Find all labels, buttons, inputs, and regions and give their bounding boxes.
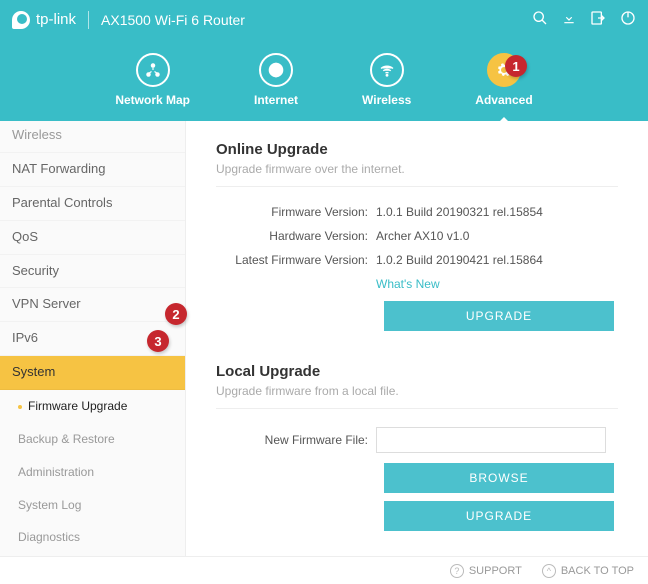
local-upgrade-desc: Upgrade firmware from a local file. [216,384,618,409]
network-map-icon [136,53,170,87]
tab-label: Network Map [115,93,190,107]
sidebar-item-vpn[interactable]: VPN Server [0,288,185,322]
value-latest: 1.0.2 Build 20190421 rel.15864 [376,253,618,267]
main-panel: Online Upgrade Upgrade firmware over the… [186,121,648,556]
sidebar-item-parental[interactable]: Parental Controls [0,187,185,221]
row-hardware-version: Hardware Version: Archer AX10 v1.0 [216,229,618,243]
back-to-top-button[interactable]: ^ BACK TO TOP [542,564,634,578]
label-latest: Latest Firmware Version: [216,253,376,267]
tab-wireless[interactable]: Wireless [362,53,411,107]
search-icon[interactable] [532,10,548,30]
whats-new-link[interactable]: What's New [376,277,440,291]
support-button[interactable]: ? SUPPORT [450,564,522,578]
tab-label: Internet [254,93,298,107]
footer-bar: ? SUPPORT ^ BACK TO TOP [0,556,648,584]
label-fw: Firmware Version: [216,205,376,219]
annotation-3: 3 [147,330,169,352]
chevron-up-icon: ^ [542,564,556,578]
sidebar-item-security[interactable]: Security [0,255,185,289]
sidebar-sub-admin[interactable]: Administration [0,456,185,489]
tab-internet[interactable]: Internet [254,53,298,107]
sidebar-item-nat[interactable]: NAT Forwarding [0,153,185,187]
local-upgrade-button[interactable]: UPGRADE [384,501,614,531]
row-firmware-version: Firmware Version: 1.0.1 Build 20190321 r… [216,205,618,219]
tab-label: Wireless [362,93,411,107]
sidebar-sub-firmware[interactable]: Firmware Upgrade [0,390,185,423]
header-actions [532,10,636,30]
globe-icon [259,53,293,87]
support-icon: ? [450,564,464,578]
reboot-icon[interactable] [620,10,636,30]
sidebar-item-wireless[interactable]: Wireless [0,123,185,153]
main-tabs: Network Map Internet Wireless Advanced [0,39,648,121]
download-icon[interactable] [562,10,576,30]
sidebar-item-qos[interactable]: QoS [0,221,185,255]
sidebar-sub-time[interactable]: Time & Language [0,554,185,556]
tplink-logo-icon [12,11,30,29]
sidebar-item-system[interactable]: System [0,356,185,390]
row-whatsnew: What's New [216,277,618,291]
bullet-icon [18,405,22,409]
sidebar-sub-syslog[interactable]: System Log [0,489,185,522]
online-upgrade-desc: Upgrade firmware over the internet. [216,162,618,187]
sidebar-sub-backup[interactable]: Backup & Restore [0,423,185,456]
row-latest-firmware: Latest Firmware Version: 1.0.2 Build 201… [216,253,618,267]
tab-network-map[interactable]: Network Map [115,53,190,107]
value-hw: Archer AX10 v1.0 [376,229,618,243]
local-upgrade-title: Local Upgrade [216,363,618,380]
header-divider [88,11,89,29]
logout-icon[interactable] [590,10,606,30]
annotation-2: 2 [165,303,187,325]
annotation-1: 1 [505,55,527,77]
product-title: AX1500 Wi-Fi 6 Router [101,12,245,28]
content-body: Wireless NAT Forwarding Parental Control… [0,121,648,556]
wifi-icon [370,53,404,87]
label-hw: Hardware Version: [216,229,376,243]
brand-text: tp-link [36,11,76,28]
online-upgrade-title: Online Upgrade [216,141,618,158]
browse-button[interactable]: BROWSE [384,463,614,493]
online-upgrade-button[interactable]: UPGRADE [384,301,614,331]
row-new-firmware-file: New Firmware File: [216,427,618,453]
header-bar: tp-link AX1500 Wi-Fi 6 Router [0,0,648,39]
firmware-file-input[interactable] [376,427,606,453]
value-fw: 1.0.1 Build 20190321 rel.15854 [376,205,618,219]
sidebar-sub-diag[interactable]: Diagnostics [0,521,185,554]
logo: tp-link [12,11,76,29]
label-file: New Firmware File: [216,433,376,447]
tab-label: Advanced [475,93,532,107]
